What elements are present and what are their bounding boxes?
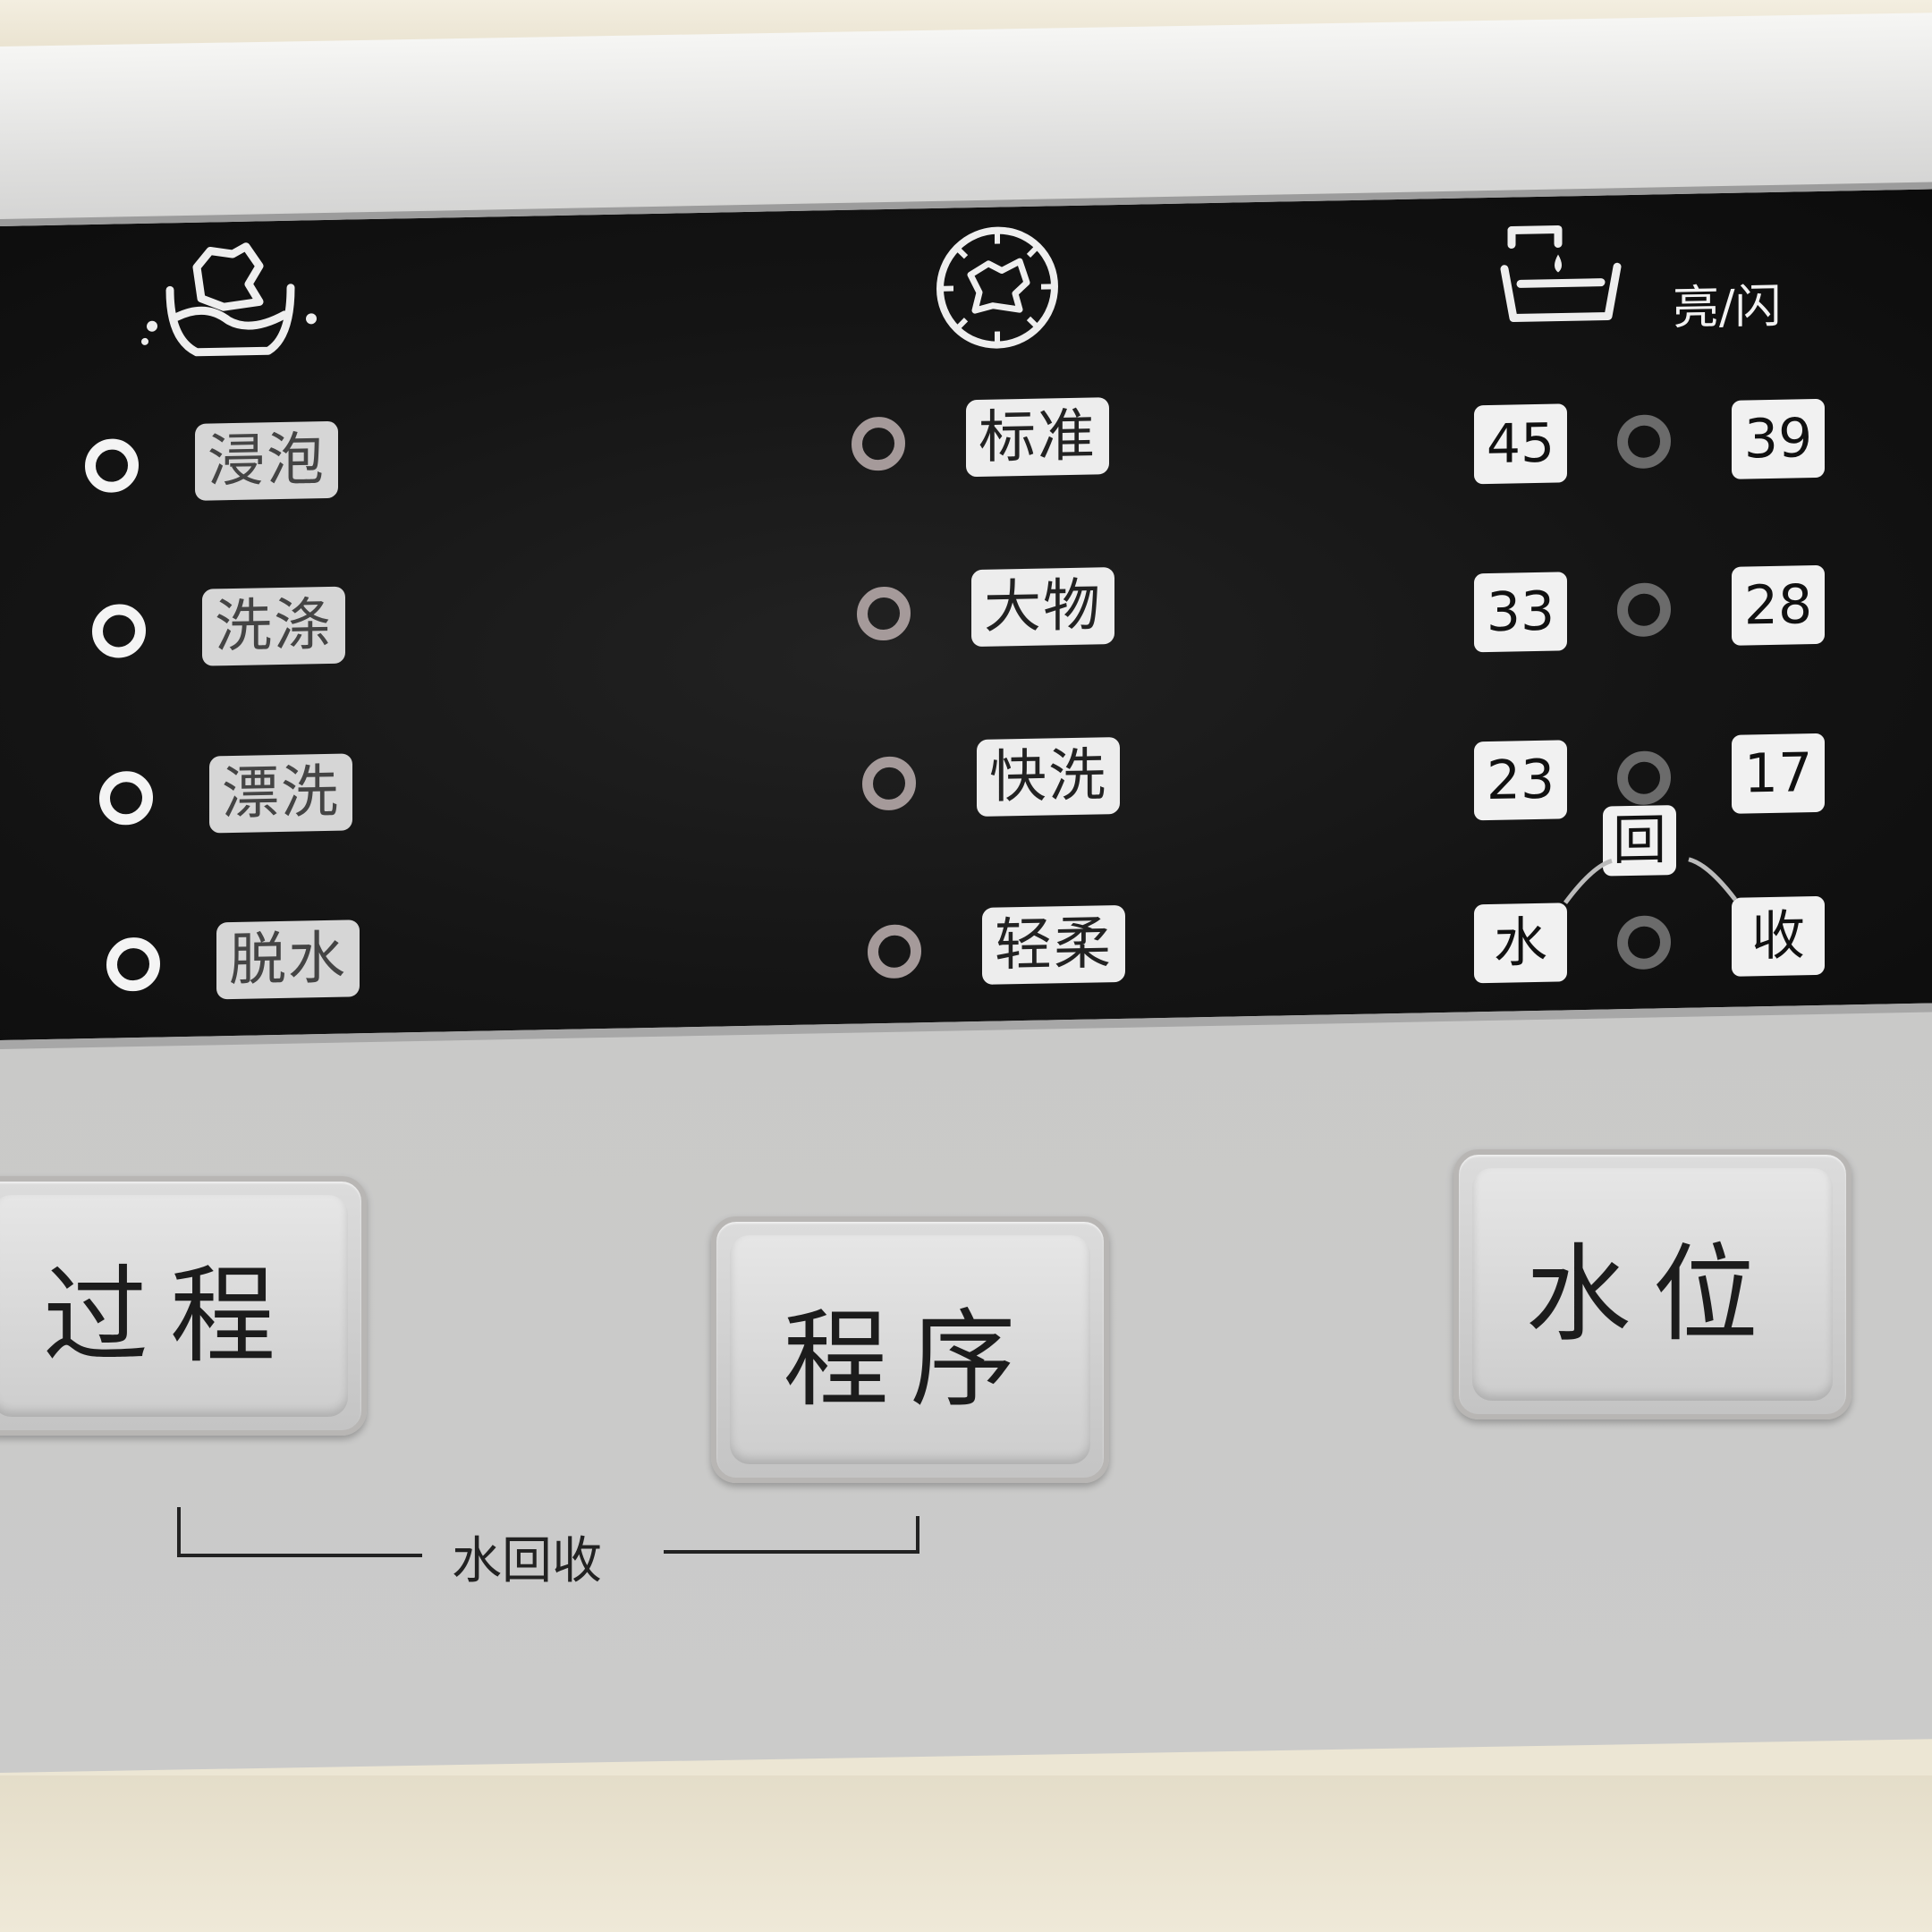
bottom-bezel <box>0 1775 1932 1932</box>
water-level-button[interactable]: 水位 <box>1453 1149 1852 1419</box>
program-led-bulky <box>857 586 911 641</box>
process-button[interactable]: 过程 <box>0 1176 367 1436</box>
stage-led-rinse <box>99 770 153 826</box>
stage-label-soak: 浸泡 <box>195 420 338 501</box>
recycle-arc <box>1563 857 1737 904</box>
stage-label-spin: 脱水 <box>216 919 360 1000</box>
program-led-standard <box>852 416 905 471</box>
indicator-display: 亮/闪 浸泡 洗涤 漂洗 脱水 标准 大物 快洗 轻柔 45 39 33 28 … <box>0 182 1932 1049</box>
recycle-right-label: 收 <box>1732 895 1825 977</box>
combo-label: 水回收 <box>452 1532 602 1590</box>
program-label-quick: 快洗 <box>977 736 1120 818</box>
soaking-clothes-icon <box>141 242 317 357</box>
stage-label-rinse: 漂洗 <box>209 753 352 834</box>
program-led-quick <box>862 756 916 811</box>
recycle-left-label: 水 <box>1474 902 1567 984</box>
stage-led-wash <box>92 603 146 659</box>
level-value-28: 28 <box>1732 564 1825 646</box>
water-level-button-face: 水位 <box>1472 1168 1833 1401</box>
level-mode-note: 亮/闪 <box>1673 279 1782 336</box>
process-button-face: 过程 <box>0 1195 348 1417</box>
program-button-face: 程序 <box>730 1235 1090 1464</box>
level-led-3 <box>1617 750 1671 806</box>
level-value-17: 17 <box>1732 733 1825 814</box>
program-label-gentle: 轻柔 <box>982 904 1125 985</box>
program-label-standard: 标准 <box>966 397 1109 478</box>
level-value-23: 23 <box>1474 740 1567 821</box>
water-tub-icon <box>1500 225 1622 323</box>
stage-label-wash: 洗涤 <box>202 586 345 666</box>
program-label-bulky: 大物 <box>971 567 1114 648</box>
program-button[interactable]: 程序 <box>711 1216 1109 1483</box>
level-value-45: 45 <box>1474 403 1567 485</box>
combo-bracket-left <box>177 1507 422 1557</box>
program-led-gentle <box>868 924 921 979</box>
combo-bracket-right <box>664 1516 919 1554</box>
level-value-39: 39 <box>1732 398 1825 479</box>
level-value-33: 33 <box>1474 572 1567 653</box>
level-led-recycle <box>1617 915 1671 970</box>
wash-drum-icon <box>936 226 1058 349</box>
level-led-1 <box>1617 414 1671 470</box>
level-led-2 <box>1617 582 1671 638</box>
stage-led-soak <box>85 438 139 494</box>
stage-led-spin <box>106 936 160 992</box>
